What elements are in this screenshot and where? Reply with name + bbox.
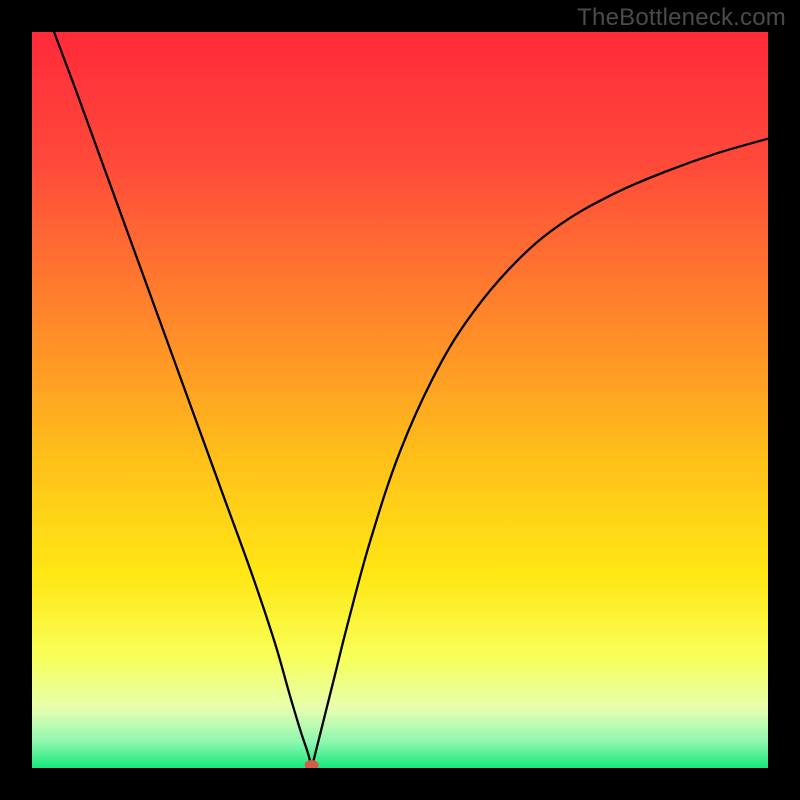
plot-area <box>32 32 768 768</box>
chart-frame: TheBottleneck.com <box>0 0 800 800</box>
gradient-rect <box>32 32 768 768</box>
watermark-text: TheBottleneck.com <box>577 4 786 32</box>
chart-svg <box>32 32 768 768</box>
